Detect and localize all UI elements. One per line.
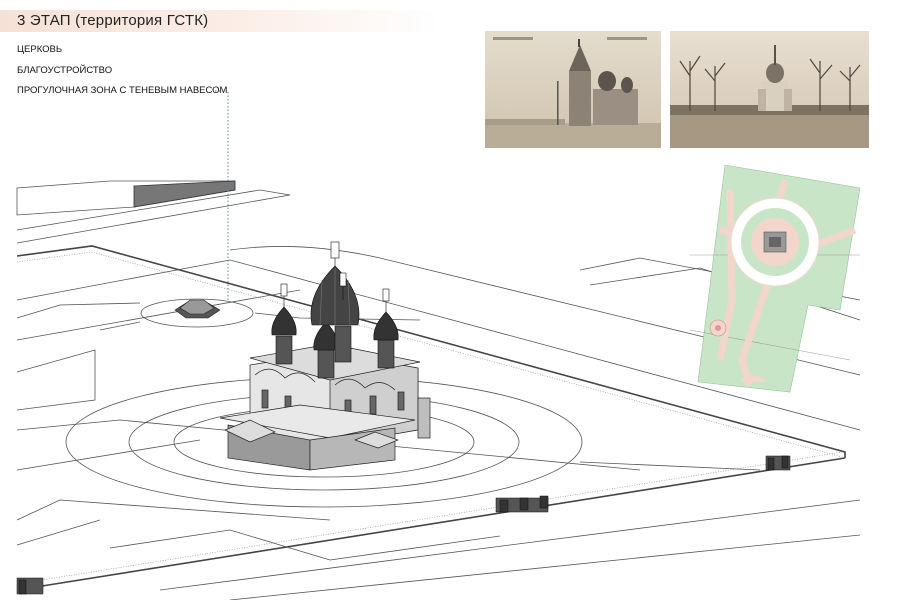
site-plan-inset <box>690 164 861 393</box>
fence-gates <box>16 455 791 595</box>
gazebo-canopy <box>174 299 221 319</box>
church-domes <box>271 241 399 379</box>
